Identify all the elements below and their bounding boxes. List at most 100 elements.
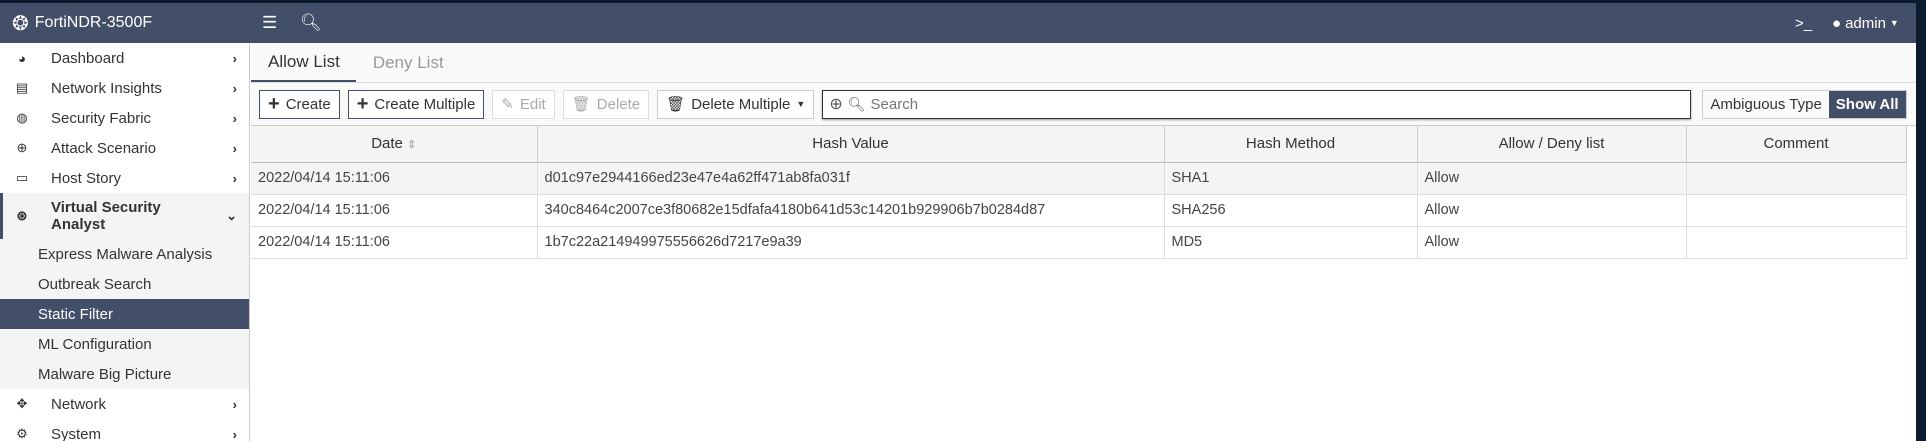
cell-date: 2022/04/14 15:11:06 bbox=[251, 194, 538, 227]
chevron-right-icon: › bbox=[232, 396, 237, 412]
label: Create Multiple bbox=[374, 95, 476, 113]
brand[interactable]: ❂ FortiNDR-3500F bbox=[12, 3, 152, 43]
tab-bar: Allow List Deny List bbox=[251, 43, 1916, 83]
show-all-option[interactable]: Show All bbox=[1828, 90, 1906, 118]
column-header-hash-value[interactable]: Hash Value bbox=[537, 126, 1165, 163]
label: Dashboard bbox=[51, 49, 125, 67]
caret-down-icon: ▼ bbox=[1889, 18, 1899, 28]
security-fabric-icon: ◍ bbox=[16, 110, 28, 125]
caret-down-icon: ▼ bbox=[796, 99, 806, 109]
brand-name: FortiNDR-3500F bbox=[34, 14, 153, 31]
search-icon: 🔍︎ bbox=[847, 95, 866, 112]
create-multiple-button[interactable]: + Create Multiple bbox=[347, 89, 485, 119]
type-filter-toggle: Ambiguous Type Show All bbox=[1702, 89, 1907, 119]
app-window: ❂ FortiNDR-3500F ☰ 🔍︎ >_ ● admin ▼ ◕ Dashboa… bbox=[0, 3, 1916, 441]
sidebar-item-network[interactable]: ✥ Network › bbox=[0, 389, 249, 419]
label: Network bbox=[51, 395, 107, 413]
sidebar-subitem-ml-configuration[interactable]: ML Configuration bbox=[0, 329, 249, 359]
create-button[interactable]: + Create bbox=[259, 89, 340, 119]
chevron-right-icon: › bbox=[232, 170, 237, 186]
delete-button[interactable]: 🗑︎ Delete bbox=[562, 89, 650, 119]
sidebar-item-system[interactable]: ⚙ System › bbox=[0, 419, 249, 441]
column-header-hash-method[interactable]: Hash Method bbox=[1164, 126, 1418, 163]
sidebar-subitem-outbreak-search[interactable]: Outbreak Search bbox=[0, 269, 249, 299]
pencil-icon: ✎ bbox=[501, 96, 514, 113]
menu-toggle-icon[interactable]: ☰ bbox=[262, 3, 277, 43]
cell-hash: 340c8464c2007ce3f80682e15dfafa4180b641d5… bbox=[537, 194, 1165, 227]
chevron-right-icon: › bbox=[232, 110, 237, 126]
fortindr-logo-icon: ❂ bbox=[12, 12, 29, 35]
hash-table: Date ⇕ Hash Value Hash Method Allow / De… bbox=[251, 126, 1907, 259]
cell-date: 2022/04/14 15:11:06 bbox=[251, 162, 538, 195]
sidebar-subitem-malware-big-picture[interactable]: Malware Big Picture bbox=[0, 359, 249, 389]
search-icon[interactable]: 🔍︎ bbox=[300, 3, 322, 43]
label: Date bbox=[371, 135, 403, 153]
table-row[interactable]: 2022/04/14 15:11:06 d01c97e2944166ed23e47… bbox=[251, 162, 1907, 195]
label: Attack Scenario bbox=[51, 139, 157, 157]
label: Edit bbox=[519, 95, 546, 113]
sidebar-item-dashboard[interactable]: ◕ Dashboard › bbox=[0, 43, 249, 73]
chevron-right-icon: › bbox=[232, 140, 237, 156]
cell-date: 2022/04/14 15:11:06 bbox=[251, 226, 538, 259]
cell-hash: d01c97e2944166ed23e47e4a62ff471ab8fa031f bbox=[537, 162, 1165, 195]
search-input[interactable] bbox=[870, 95, 1691, 113]
sidebar-item-network-insights[interactable]: ▤ Network Insights › bbox=[0, 73, 249, 103]
sidebar-subitem-express-malware-analysis[interactable]: Express Malware Analysis bbox=[0, 239, 249, 269]
plus-icon: + bbox=[356, 92, 369, 115]
trash-icon: 🗑︎ bbox=[666, 96, 686, 113]
column-header-comment[interactable]: Comment bbox=[1686, 126, 1907, 163]
cli-console-icon[interactable]: >_ bbox=[1795, 3, 1812, 43]
sidebar-item-security-fabric[interactable]: ◍ Security Fabric › bbox=[0, 103, 249, 133]
user-icon: ● bbox=[1832, 14, 1842, 32]
dashboard-icon: ◕ bbox=[18, 50, 26, 66]
network-insights-icon: ▤ bbox=[15, 80, 29, 95]
table-row[interactable]: 2022/04/14 15:11:06 340c8464c2007ce3f8068… bbox=[251, 194, 1907, 227]
table-header: Date ⇕ Hash Value Hash Method Allow / De… bbox=[251, 126, 1907, 163]
gear-icon: ⚙ bbox=[16, 426, 28, 441]
sidebar: ◕ Dashboard › ▤ Network Insights › ◍ Security… bbox=[0, 43, 250, 441]
sidebar-subitem-static-filter[interactable]: Static Filter bbox=[0, 299, 249, 329]
tab-allow-list[interactable]: Allow List bbox=[251, 43, 356, 82]
brain-icon: ⊛ bbox=[16, 208, 28, 223]
cell-list: Allow bbox=[1417, 162, 1687, 195]
column-header-allow-deny[interactable]: Allow / Deny list bbox=[1417, 126, 1687, 163]
label: Delete Multiple bbox=[691, 95, 791, 113]
sidebar-item-attack-scenario[interactable]: ⊕ Attack Scenario › bbox=[0, 133, 249, 163]
chevron-right-icon: › bbox=[232, 426, 237, 441]
cell-comment bbox=[1686, 226, 1907, 259]
cell-comment bbox=[1686, 194, 1907, 227]
add-filter-icon[interactable]: ⊕ bbox=[829, 94, 842, 114]
ambiguous-type-option[interactable]: Ambiguous Type bbox=[1703, 91, 1828, 118]
delete-multiple-button[interactable]: 🗑︎ Delete Multiple ▼ bbox=[657, 89, 815, 119]
edit-button[interactable]: ✎ Edit bbox=[492, 89, 555, 119]
sidebar-item-host-story[interactable]: ▭ Host Story › bbox=[0, 163, 249, 193]
cell-method: SHA256 bbox=[1164, 194, 1418, 227]
chevron-down-icon: ⌄ bbox=[226, 208, 237, 223]
toolbar: + Create + Create Multiple ✎ Edit 🗑︎ Delete … bbox=[251, 83, 1916, 126]
move-icon: ✥ bbox=[16, 396, 28, 411]
user-menu[interactable]: ● admin ▼ bbox=[1832, 3, 1899, 43]
cell-list: Allow bbox=[1417, 194, 1687, 227]
table-row[interactable]: 2022/04/14 15:11:06 1b7c22a21494997555662… bbox=[251, 226, 1907, 259]
label: Create bbox=[285, 95, 331, 113]
label: System bbox=[51, 425, 102, 441]
label: Network Insights bbox=[51, 79, 162, 97]
label: Virtual Security Analyst bbox=[51, 199, 161, 233]
label: Security Fabric bbox=[51, 109, 152, 127]
column-header-date[interactable]: Date ⇕ bbox=[251, 126, 538, 163]
user-name: admin bbox=[1845, 14, 1886, 32]
cell-list: Allow bbox=[1417, 226, 1687, 259]
label: Delete bbox=[596, 95, 641, 113]
sidebar-item-virtual-security-analyst[interactable]: ⊛ Virtual Security Analyst ⌄ bbox=[0, 193, 249, 239]
cell-method: MD5 bbox=[1164, 226, 1418, 259]
search-box: ⊕ 🔍︎ bbox=[822, 89, 1692, 119]
chevron-right-icon: › bbox=[232, 50, 237, 66]
cell-method: SHA1 bbox=[1164, 162, 1418, 195]
tab-deny-list[interactable]: Deny List bbox=[356, 43, 460, 82]
cell-hash: 1b7c22a214949975556626d7217e9a39 bbox=[537, 226, 1165, 259]
chevron-right-icon: › bbox=[232, 80, 237, 96]
crosshair-icon: ⊕ bbox=[16, 140, 28, 155]
sort-icon: ⇕ bbox=[407, 139, 417, 152]
plus-icon: + bbox=[268, 92, 280, 115]
trash-icon: 🗑︎ bbox=[571, 96, 591, 113]
